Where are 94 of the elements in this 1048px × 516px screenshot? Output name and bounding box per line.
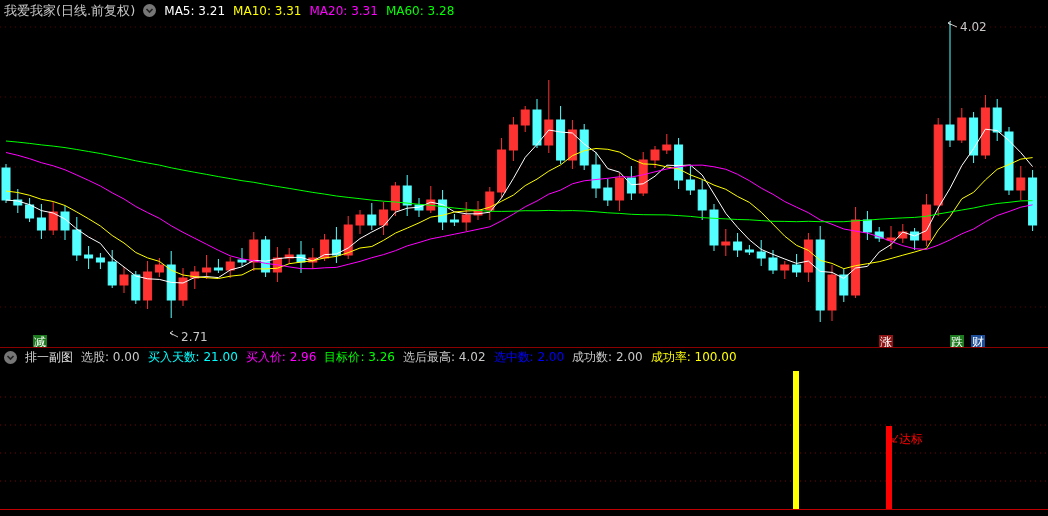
candlestick	[827, 264, 837, 322]
candlestick	[473, 200, 483, 221]
ma-legend-item: MA60: 3.28	[385, 2, 455, 20]
candlestick	[190, 265, 200, 290]
candlestick	[284, 247, 294, 265]
candlestick	[355, 209, 365, 235]
candlestick	[957, 107, 967, 144]
candlestick	[780, 260, 790, 280]
candlestick	[13, 188, 23, 214]
candlestick	[579, 123, 589, 171]
candlestick	[567, 119, 577, 170]
candlestick	[992, 98, 1002, 142]
signal-tag: 财	[971, 335, 985, 347]
candlestick	[107, 249, 117, 289]
signal-tag: 涨	[879, 335, 893, 347]
candlestick	[508, 116, 518, 162]
indicator-stat: 成功率: 100.00	[650, 349, 737, 366]
candlestick	[272, 246, 282, 283]
chart-title: 我爱我家(日线.前复权)	[4, 1, 136, 20]
candlestick	[426, 185, 436, 214]
candlestick	[119, 266, 129, 294]
candlestick	[261, 235, 271, 278]
candlestick	[1004, 126, 1014, 196]
candlestick	[591, 151, 601, 199]
candlestick	[980, 94, 990, 160]
candlestick	[874, 226, 884, 243]
price-label: 2.71	[181, 330, 208, 344]
indicator-stat: 选中数: 2.00	[493, 349, 565, 366]
dropdown-icon[interactable]	[4, 351, 17, 364]
leader-line	[947, 20, 958, 28]
candlestick	[650, 145, 660, 169]
candlestick	[520, 105, 530, 133]
candlestick	[1, 163, 11, 204]
candlestick	[898, 223, 908, 244]
leader-line	[169, 330, 179, 338]
candlestick	[709, 203, 719, 252]
candlestick	[886, 225, 896, 250]
candlestick	[131, 270, 141, 305]
candlestick	[367, 202, 377, 231]
candlestick	[48, 201, 58, 236]
candlestick	[485, 186, 495, 221]
indicator-stat: 成功数: 2.00	[572, 349, 643, 366]
candlestick	[768, 249, 778, 275]
candlestick	[839, 268, 849, 303]
indicator-stat: 目标价: 3.26	[324, 349, 395, 366]
candlestick	[603, 178, 613, 207]
candlestick	[662, 133, 672, 155]
candlestick	[721, 228, 731, 257]
candlestick	[414, 197, 424, 218]
candlestick	[296, 240, 306, 274]
bar-label: 达标	[899, 432, 923, 446]
candlestick	[25, 197, 35, 223]
signal-tag: 跌	[950, 335, 964, 347]
indicator-stat: 选股: 0.00	[81, 349, 140, 366]
candlestick	[36, 203, 46, 240]
candlestick	[638, 151, 648, 197]
candlestick	[225, 256, 235, 279]
ma-legend-item: MA5: 3.21	[164, 2, 226, 20]
candlestick	[626, 165, 636, 201]
candlestick	[461, 201, 471, 232]
candlestick	[178, 267, 188, 307]
ma-legend-item: MA20: 3.31	[309, 2, 378, 20]
indicator-stat: 买入价: 2.96	[245, 349, 317, 366]
candlestick	[532, 98, 542, 149]
candlestick	[402, 174, 412, 217]
candlestick	[249, 231, 259, 272]
candlestick	[697, 179, 707, 221]
candlestick	[237, 247, 247, 267]
candlestick	[95, 252, 105, 270]
candlestick	[969, 111, 979, 164]
candlestick	[166, 250, 176, 319]
ma-legend-item: MA10: 3.31	[233, 2, 302, 20]
candlestick	[60, 205, 70, 241]
candlestick	[1028, 169, 1038, 232]
signal-tag: 减	[33, 335, 47, 347]
candlestick	[72, 216, 82, 262]
candlestick	[756, 239, 766, 267]
indicator-stat: 买入天数: 21.00	[147, 349, 238, 366]
candlestick	[556, 105, 566, 165]
candlestick	[497, 137, 507, 199]
indicator-title: 排一副图	[25, 349, 73, 366]
candlestick	[1016, 165, 1026, 201]
candlestick	[320, 233, 330, 262]
candlestick	[331, 226, 341, 264]
dropdown-icon[interactable]	[143, 4, 157, 17]
candlestick	[308, 247, 318, 270]
leader-line	[892, 434, 899, 443]
candlestick	[390, 181, 400, 217]
indicator-stat: 选后最高: 4.02	[402, 349, 486, 366]
candlestick	[379, 201, 389, 236]
price-label: 4.02	[960, 20, 987, 34]
candlestick	[615, 172, 625, 212]
candlestick	[84, 245, 94, 270]
candlestick	[343, 215, 353, 260]
